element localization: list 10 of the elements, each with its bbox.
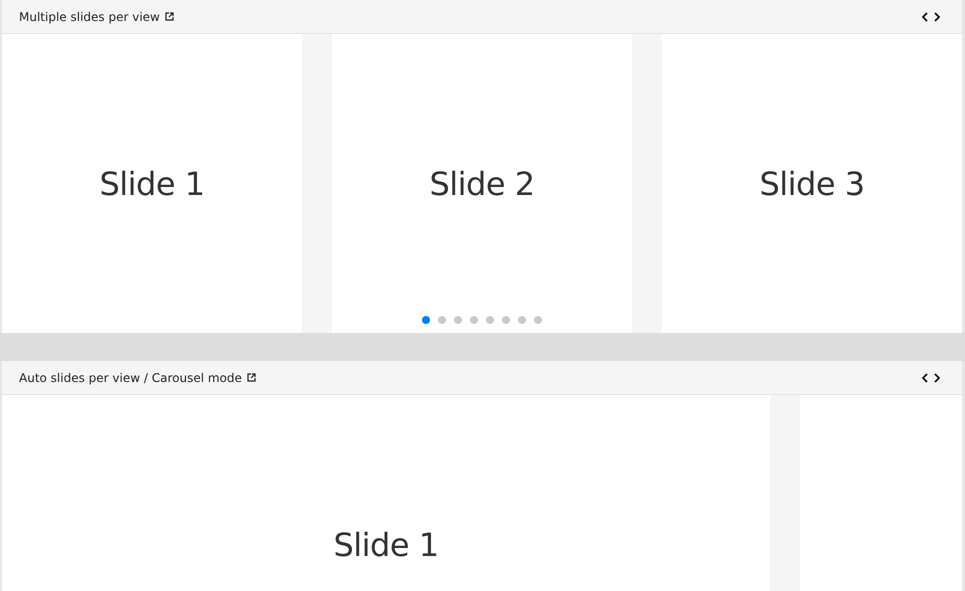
slide-label: Slide 1 (99, 164, 205, 202)
slide-label: Slide 2 (429, 164, 535, 202)
slide-label: Slide 3 (759, 164, 865, 202)
demo-title-link[interactable]: Multiple slides per view (19, 10, 174, 24)
code-icon[interactable] (922, 12, 940, 22)
external-link-icon (164, 12, 174, 21)
slide-label: Slide 1 (333, 526, 439, 564)
code-icon[interactable] (922, 372, 940, 382)
external-link-icon (246, 373, 256, 382)
demo-title-link[interactable]: Auto slides per view / Carousel mode (19, 370, 256, 384)
